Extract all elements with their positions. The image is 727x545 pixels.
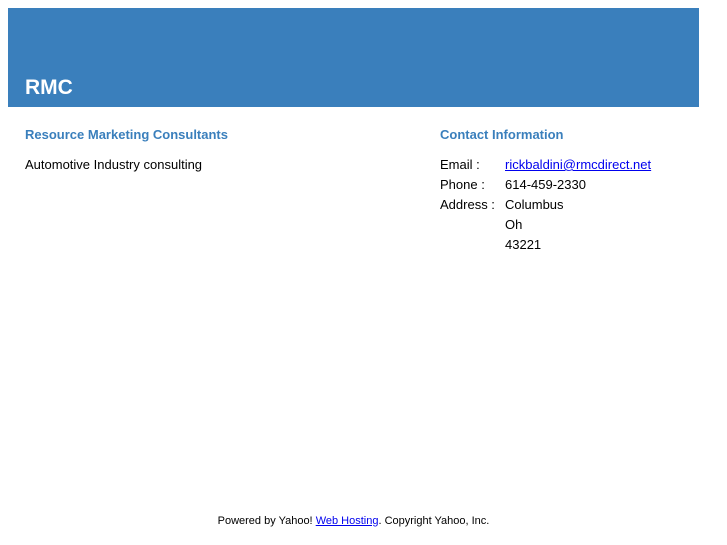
email-value: rickbaldini@rmcdirect.net: [505, 157, 651, 177]
email-label: Email :: [440, 157, 480, 172]
address-zip: 43221: [505, 237, 542, 252]
phone-label: Phone :: [440, 177, 485, 192]
footer: Powered by Yahoo! Web Hosting. Copyright…: [0, 514, 707, 528]
contact-row-address: Address : Columbus: [440, 197, 651, 217]
address-spacer: [440, 237, 505, 257]
contact-row-email: Email : rickbaldini@rmcdirect.net: [440, 157, 651, 177]
footer-prefix: Powered by Yahoo!: [217, 515, 316, 527]
contact-section: Contact Information Email : rickbaldini@…: [440, 127, 700, 257]
page: RMC Resource Marketing Consultants Autom…: [0, 0, 727, 545]
address-label: Address :: [440, 197, 495, 212]
footer-suffix: . Copyright Yahoo, Inc.: [378, 515, 490, 527]
email-link[interactable]: rickbaldini@rmcdirect.net: [505, 157, 651, 172]
company-name-heading: Resource Marketing Consultants: [25, 127, 228, 142]
address-city: Columbus: [505, 197, 564, 212]
contact-row-phone: Phone : 614-459-2330: [440, 177, 651, 197]
contact-table: Email : rickbaldini@rmcdirect.net Phone …: [440, 157, 651, 257]
phone-value: 614-459-2330: [505, 177, 586, 192]
contact-row-state: Oh: [440, 217, 651, 237]
company-section: Resource Marketing Consultants Automotiv…: [25, 127, 405, 173]
company-description: Automotive Industry consulting: [25, 157, 203, 172]
address-state: Oh: [505, 217, 523, 232]
contact-row-zip: 43221: [440, 237, 651, 257]
address-spacer: [440, 217, 505, 237]
web-hosting-link[interactable]: Web Hosting: [316, 515, 379, 527]
header-banner: RMC: [8, 8, 699, 107]
contact-heading: Contact Information: [440, 127, 564, 142]
site-title: RMC: [25, 76, 73, 99]
